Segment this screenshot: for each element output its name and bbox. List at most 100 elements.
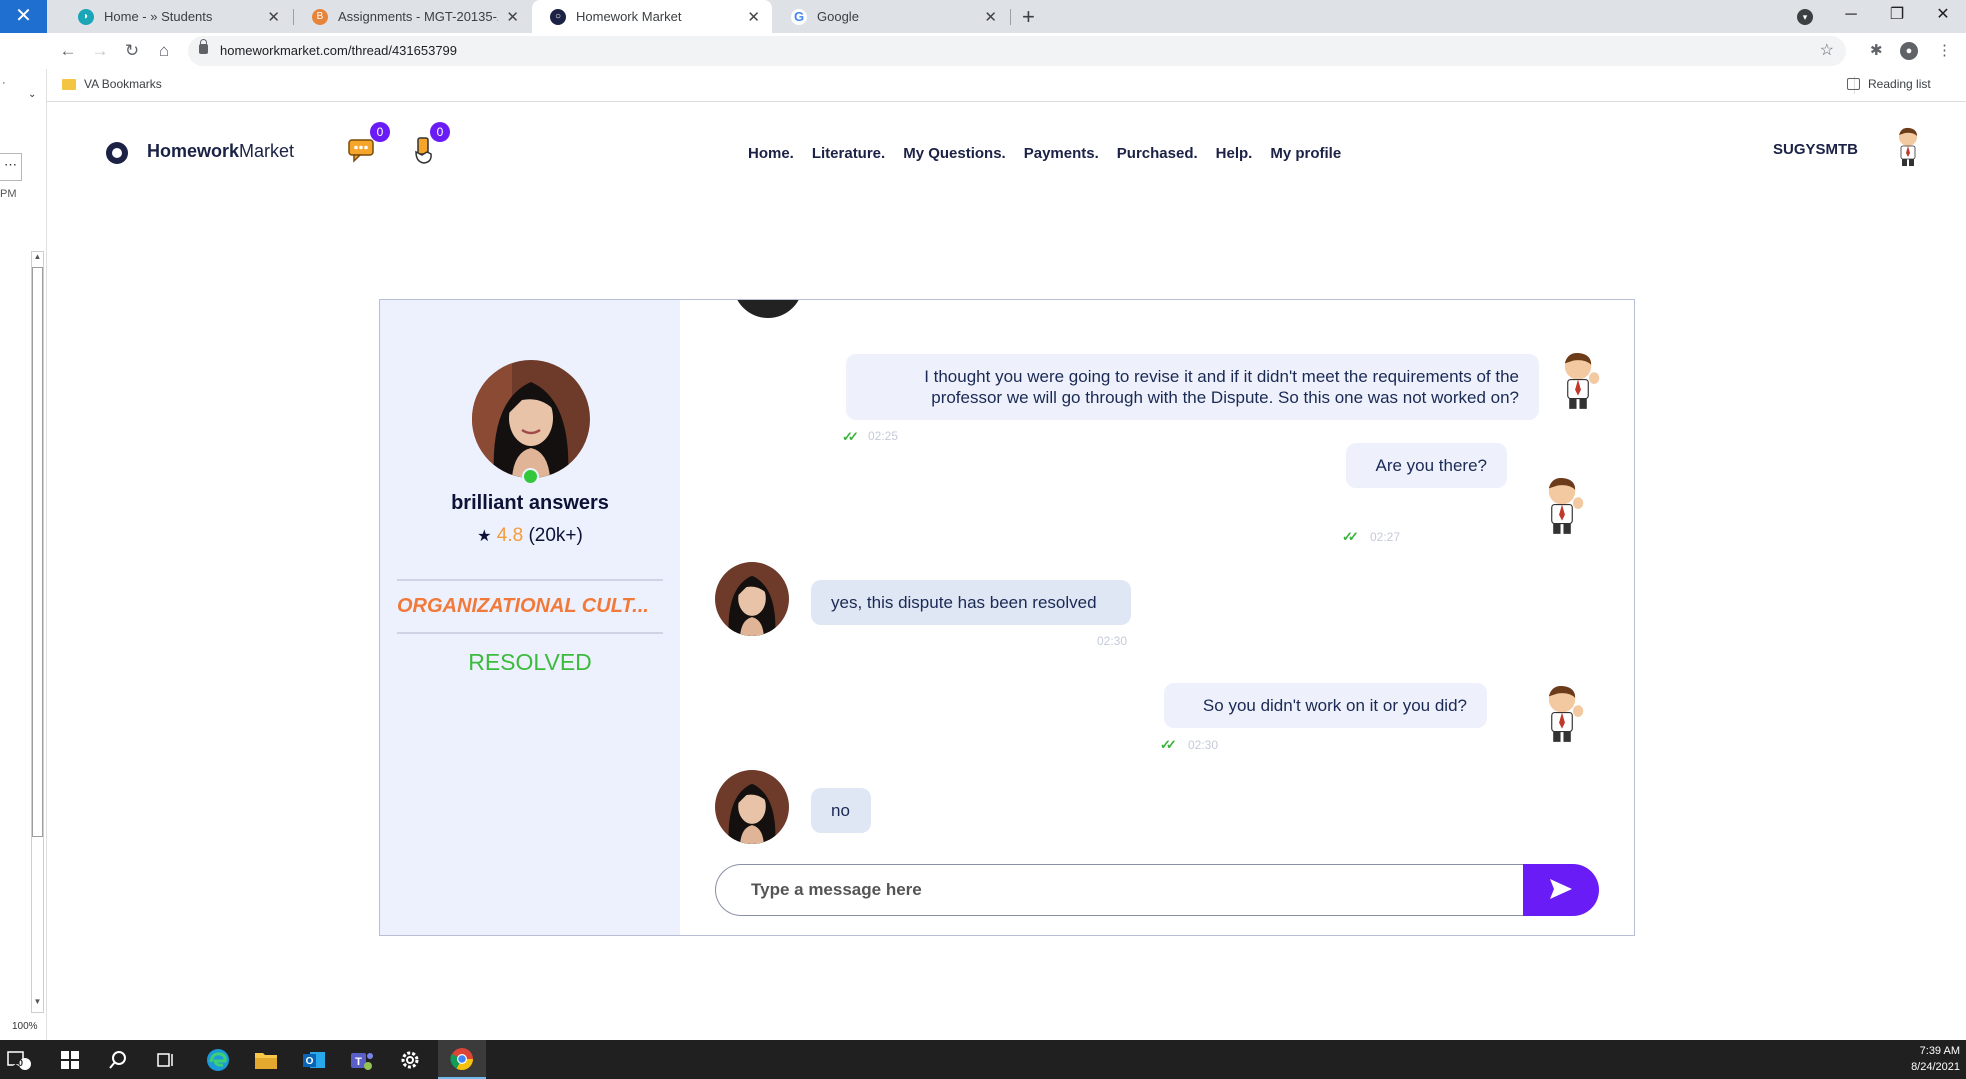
message-bubble-incoming: no [811, 788, 871, 833]
brand-logo[interactable]: HomeworkMarket [147, 141, 294, 162]
new-tab-icon[interactable]: + [1022, 0, 1035, 33]
address-bar[interactable]: homeworkmarket.com/thread/431653799 ☆ [188, 36, 1846, 66]
message-composer [715, 864, 1599, 916]
teams-icon[interactable]: T [338, 1040, 386, 1079]
reading-list-icon [1847, 78, 1860, 90]
reading-list-button[interactable]: Reading list [1868, 69, 1931, 100]
url-text[interactable]: homeworkmarket.com/thread/431653799 [220, 36, 457, 66]
message-input[interactable] [715, 864, 1530, 916]
extensions-icon[interactable]: ✱ [1870, 33, 1883, 69]
browser-tab-students[interactable]: ◗ Home - » Students ✕ [60, 0, 292, 33]
message-time: 02:25 [868, 429, 899, 443]
scrollbar-thumb[interactable] [32, 267, 43, 837]
question-status: RESOLVED [468, 649, 592, 675]
back-icon[interactable]: ← [56, 39, 80, 63]
message-time: 02:30 [1188, 738, 1219, 752]
browser-tab-google[interactable]: G Google ✕ [773, 0, 1009, 33]
settings-gear-icon[interactable] [386, 1040, 434, 1079]
window-close-icon[interactable]: ✕ [1920, 0, 1966, 33]
home-icon[interactable]: ⌂ [152, 39, 176, 63]
chevron-down-icon: ⌄ [28, 89, 37, 100]
tab-close-icon[interactable]: ✕ [747, 8, 760, 26]
notification-count: 10 [13, 1058, 24, 1068]
bookmark-folder-va[interactable]: VA Bookmarks [84, 69, 162, 100]
more-options-icon[interactable]: ⋯ [0, 153, 22, 181]
browser-tab-homework-market[interactable]: ○ Homework Market ✕ [532, 0, 772, 33]
nav-payments[interactable]: Payments. [1024, 145, 1099, 162]
tutor-message-avatar [733, 300, 803, 318]
forward-icon[interactable]: → [88, 39, 112, 63]
task-view-icon[interactable] [142, 1040, 190, 1079]
question-subject[interactable]: ORGANIZATIONAL CULT... [397, 595, 663, 618]
file-explorer-icon[interactable] [242, 1040, 290, 1079]
students-favicon-icon: ◗ [78, 8, 94, 25]
message-bubble-outgoing: So you didn't work on it or you did? [1164, 683, 1487, 728]
chrome-icon[interactable] [438, 1040, 486, 1079]
message-bubble-outgoing: I thought you were going to revise it an… [846, 354, 1539, 420]
nav-my-profile[interactable]: My profile [1270, 145, 1341, 162]
search-icon[interactable] [94, 1040, 142, 1079]
divider [397, 579, 663, 581]
tutor-rating: ★ 4.8 (20k+) [380, 525, 680, 547]
user-message-avatar [1540, 475, 1584, 542]
username[interactable]: SUGYSMTB [1773, 141, 1858, 158]
start-icon[interactable] [46, 1040, 94, 1079]
chat-card: brilliant answers ★ 4.8 (20k+) ORGANIZAT… [379, 299, 1635, 936]
rating-value: 4.8 [496, 525, 524, 546]
minimize-icon[interactable]: ─ [1828, 0, 1874, 33]
svg-text:T: T [355, 1056, 362, 1068]
nav-my-questions[interactable]: My Questions. [903, 145, 1006, 162]
send-button[interactable] [1523, 864, 1599, 916]
read-receipt-icon: ✓✓ [842, 429, 859, 444]
tutor-name[interactable]: brilliant answers [380, 492, 680, 515]
messages-badge: 0 [370, 122, 390, 142]
tutor-avatar[interactable] [472, 360, 590, 478]
tab-close-icon[interactable]: ✕ [984, 8, 997, 26]
send-icon [1550, 878, 1572, 899]
system-clock[interactable]: 7:39 AM 8/24/2021 [1911, 1043, 1960, 1075]
profile-icon[interactable]: ● [1900, 42, 1918, 60]
nav-literature[interactable]: Literature. [812, 145, 885, 162]
lock-icon [199, 39, 208, 54]
notifications-badge: 0 [430, 122, 450, 142]
nav-home[interactable]: Home. [748, 145, 794, 162]
edge-icon[interactable] [194, 1040, 242, 1079]
user-message-avatar [1540, 683, 1584, 750]
message-list[interactable]: I thought you were going to revise it an… [680, 300, 1634, 846]
homework-market-logo-icon[interactable] [106, 142, 128, 164]
nav-help[interactable]: Help. [1216, 145, 1253, 162]
tab-close-icon[interactable]: ✕ [267, 8, 280, 26]
restore-icon[interactable]: ❐ [1874, 0, 1920, 33]
clock-time: 7:39 AM [1919, 1045, 1960, 1057]
homework-market-favicon-icon: ○ [550, 8, 566, 25]
background-window-sliver: · ⌄ ⋯ PM ▲ ▼ 100% [0, 69, 47, 1040]
outlook-icon[interactable]: O [290, 1040, 338, 1079]
scroll-up-icon[interactable]: ▲ [32, 252, 43, 266]
read-receipt-icon: ✓✓ [1342, 529, 1359, 544]
divider [397, 632, 663, 634]
browser-tabstrip: ✕ ◗ Home - » Students ✕ B Assignments - … [0, 0, 1966, 33]
bookmark-star-icon[interactable]: ☆ [1820, 36, 1834, 66]
tab-search-icon[interactable]: ▾ [1797, 9, 1813, 25]
message-time: 02:27 [1370, 530, 1401, 544]
assignments-favicon-icon: B [312, 8, 328, 25]
nav-purchased[interactable]: Purchased. [1117, 145, 1198, 162]
messages-icon[interactable] [346, 136, 378, 166]
message-bubble-incoming: yes, this dispute has been resolved [811, 580, 1131, 625]
tutor-message-avatar [715, 770, 789, 844]
tab-close-icon[interactable]: ✕ [506, 8, 519, 26]
tutor-message-avatar [715, 562, 789, 636]
reload-icon[interactable]: ↻ [120, 39, 144, 63]
other-window-close-icon[interactable]: ✕ [0, 0, 47, 33]
scroll-down-icon[interactable]: ▼ [32, 997, 43, 1011]
browser-toolbar: ← → ↻ ⌂ homeworkmarket.com/thread/431653… [0, 33, 1966, 69]
main-nav: Home. Literature. My Questions. Payments… [748, 145, 1341, 162]
folder-icon [62, 79, 76, 90]
bookmarks-bar: VA Bookmarks Reading list [0, 69, 1966, 102]
user-avatar[interactable] [1893, 127, 1923, 172]
read-receipt-icon: ✓✓ [1160, 737, 1177, 752]
message-time: 02:30 [1097, 634, 1128, 648]
message-bubble-outgoing: Are you there? [1346, 443, 1507, 488]
browser-menu-icon[interactable]: ⋮ [1937, 33, 1952, 69]
browser-tab-assignments[interactable]: B Assignments - MGT-20135-XE12 ✕ [294, 0, 531, 33]
